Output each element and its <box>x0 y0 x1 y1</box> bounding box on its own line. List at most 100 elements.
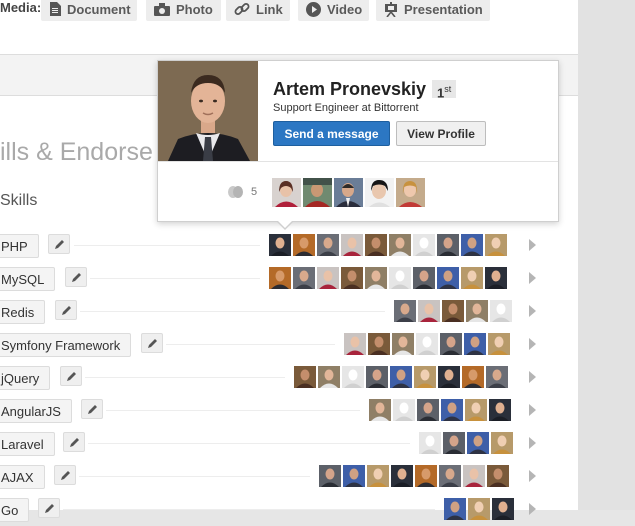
endorser-avatar[interactable] <box>394 300 416 322</box>
endorser-thumbs[interactable] <box>369 399 511 421</box>
endorser-thumbs[interactable] <box>419 432 513 454</box>
photo-button[interactable]: Photo <box>146 0 221 21</box>
skill-pill[interactable]: jQuery <box>0 366 51 390</box>
document-button[interactable]: Document <box>41 0 137 21</box>
expand-arrow-icon[interactable] <box>529 404 536 416</box>
endorser-avatar[interactable] <box>389 234 411 256</box>
shared-connection-avatar[interactable] <box>303 178 332 207</box>
edit-skill-button[interactable] <box>63 432 85 452</box>
endorser-avatar[interactable] <box>464 333 486 355</box>
skill-pill[interactable]: AJAX <box>0 465 45 489</box>
endorser-avatar[interactable] <box>466 300 488 322</box>
skill-pill[interactable]: MySQL <box>0 267 56 291</box>
endorser-avatar[interactable] <box>437 267 459 289</box>
edit-skill-button[interactable] <box>55 300 77 320</box>
endorser-thumbs[interactable] <box>319 465 509 487</box>
endorser-avatar[interactable] <box>462 366 484 388</box>
skill-pill[interactable]: Symfony Framework <box>0 333 132 357</box>
expand-arrow-icon[interactable] <box>529 503 536 515</box>
endorser-avatar[interactable] <box>463 465 485 487</box>
expand-arrow-icon[interactable] <box>529 239 536 251</box>
endorser-avatar[interactable] <box>438 366 460 388</box>
link-button[interactable]: Link <box>226 0 290 21</box>
edit-skill-button[interactable] <box>65 267 87 287</box>
endorser-avatar[interactable] <box>343 465 365 487</box>
endorser-avatar[interactable] <box>419 432 441 454</box>
edit-skill-button[interactable] <box>81 399 103 419</box>
endorser-thumbs[interactable] <box>294 366 508 388</box>
edit-skill-button[interactable] <box>48 234 70 254</box>
endorser-avatar[interactable] <box>369 399 391 421</box>
endorser-avatar[interactable] <box>416 333 438 355</box>
view-profile-button[interactable]: View Profile <box>396 121 486 146</box>
endorser-avatar[interactable] <box>293 267 315 289</box>
video-button[interactable]: Video <box>298 0 369 21</box>
endorser-avatar[interactable] <box>344 333 366 355</box>
endorser-avatar[interactable] <box>485 234 507 256</box>
expand-arrow-icon[interactable] <box>529 470 536 482</box>
endorser-avatar[interactable] <box>437 234 459 256</box>
expand-arrow-icon[interactable] <box>529 305 536 317</box>
endorser-avatar[interactable] <box>442 300 464 322</box>
endorser-thumbs[interactable] <box>394 300 512 322</box>
send-message-button[interactable]: Send a message <box>273 121 390 146</box>
edit-skill-button[interactable] <box>38 498 60 518</box>
endorser-avatar[interactable] <box>490 300 512 322</box>
endorser-avatar[interactable] <box>393 399 415 421</box>
endorser-avatar[interactable] <box>413 234 435 256</box>
endorser-avatar[interactable] <box>465 399 487 421</box>
endorser-avatar[interactable] <box>491 432 513 454</box>
edit-skill-button[interactable] <box>60 366 82 386</box>
endorser-avatar[interactable] <box>492 498 514 520</box>
shared-connection-avatar[interactable] <box>396 178 425 207</box>
endorser-avatar[interactable] <box>317 267 339 289</box>
endorser-thumbs[interactable] <box>269 267 507 289</box>
endorser-avatar[interactable] <box>444 498 466 520</box>
expand-arrow-icon[interactable] <box>529 371 536 383</box>
endorser-avatar[interactable] <box>441 399 463 421</box>
endorser-avatar[interactable] <box>389 267 411 289</box>
endorser-avatar[interactable] <box>269 267 291 289</box>
skill-pill[interactable]: Redis <box>0 300 46 324</box>
endorser-avatar[interactable] <box>461 267 483 289</box>
skill-pill[interactable]: AngularJS <box>0 399 72 423</box>
edit-skill-button[interactable] <box>141 333 163 353</box>
edit-skill-button[interactable] <box>54 465 76 485</box>
endorser-avatar[interactable] <box>341 234 363 256</box>
endorser-avatar[interactable] <box>417 399 439 421</box>
shared-connection-avatar[interactable] <box>334 178 363 207</box>
endorser-avatar[interactable] <box>391 465 413 487</box>
expand-arrow-icon[interactable] <box>529 338 536 350</box>
endorser-avatar[interactable] <box>461 234 483 256</box>
presentation-button[interactable]: Presentation <box>376 0 490 21</box>
endorser-thumbs[interactable] <box>444 498 514 520</box>
endorser-avatar[interactable] <box>341 267 363 289</box>
skill-pill[interactable]: Go <box>0 498 30 522</box>
endorser-avatar[interactable] <box>488 333 510 355</box>
endorser-avatar[interactable] <box>318 366 340 388</box>
profile-name[interactable]: Artem Pronevskiy <box>273 79 426 100</box>
shared-connection-avatar[interactable] <box>365 178 394 207</box>
endorser-avatar[interactable] <box>390 366 412 388</box>
endorser-thumbs[interactable] <box>344 333 510 355</box>
shared-connection-avatar[interactable] <box>272 178 301 207</box>
endorser-avatar[interactable] <box>467 432 489 454</box>
endorser-avatar[interactable] <box>440 333 462 355</box>
endorser-avatar[interactable] <box>443 432 465 454</box>
endorser-avatar[interactable] <box>367 465 389 487</box>
endorser-avatar[interactable] <box>269 234 291 256</box>
endorser-thumbs[interactable] <box>269 234 507 256</box>
endorser-avatar[interactable] <box>366 366 388 388</box>
shared-connections-count[interactable]: 5 <box>251 186 257 198</box>
endorser-avatar[interactable] <box>294 366 316 388</box>
endorser-avatar[interactable] <box>368 333 390 355</box>
skill-pill[interactable]: Laravel <box>0 432 55 456</box>
endorser-avatar[interactable] <box>365 267 387 289</box>
endorser-avatar[interactable] <box>439 465 461 487</box>
expand-arrow-icon[interactable] <box>529 272 536 284</box>
endorser-avatar[interactable] <box>413 267 435 289</box>
endorser-avatar[interactable] <box>414 366 436 388</box>
endorser-avatar[interactable] <box>293 234 315 256</box>
endorser-avatar[interactable] <box>392 333 414 355</box>
endorser-avatar[interactable] <box>468 498 490 520</box>
